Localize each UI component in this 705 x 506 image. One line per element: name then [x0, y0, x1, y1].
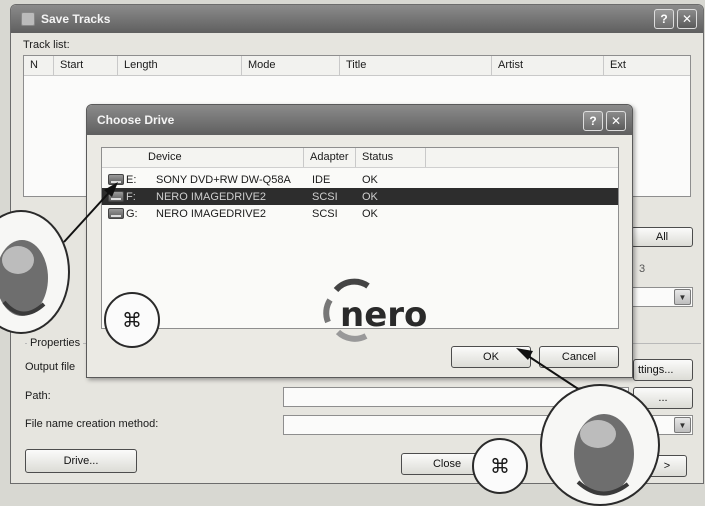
mouse-hand-icon	[540, 384, 660, 506]
double-click-icon: ⌘	[104, 292, 160, 348]
arrow-pointer-icon	[63, 185, 116, 243]
double-click-icon: ⌘	[472, 438, 528, 494]
